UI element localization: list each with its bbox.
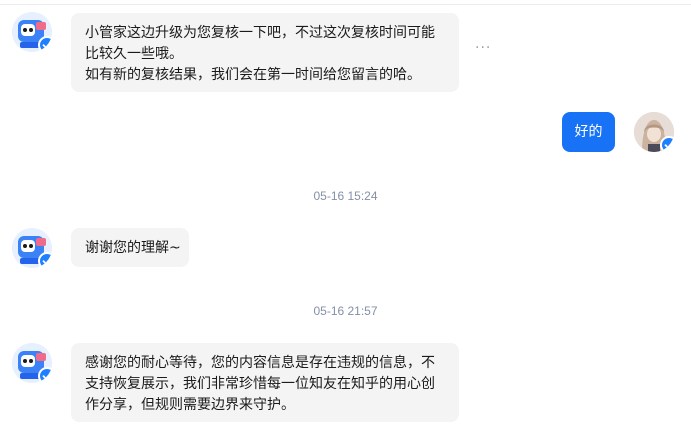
message-line: 小管家这边升级为您复核一下吧，不过这次复核时间可能: [85, 25, 435, 41]
timestamp: 05-16 21:57: [313, 304, 378, 318]
bot-avatar[interactable]: [12, 12, 52, 52]
message-line: 感谢您的耐心等待，您的内容信息是存在违规的信息，不: [85, 355, 435, 371]
user-avatar[interactable]: [634, 112, 674, 152]
divider: [0, 4, 691, 5]
message-bubble-received: 谢谢您的理解~: [71, 228, 189, 267]
bot-avatar[interactable]: [12, 343, 52, 383]
message-bubble-sent: 好的: [562, 112, 615, 152]
verified-badge-icon: [38, 36, 52, 52]
message-line: 谢谢您的理解~: [85, 240, 181, 256]
message-line: 比较久一些哦。: [85, 46, 183, 62]
message-line: 支持恢复展示，我们非常珍惜每一位知友在知乎的用心创: [85, 376, 435, 392]
message-bubble-received: 小管家这边升级为您复核一下吧，不过这次复核时间可能 比较久一些哦。 如有新的复核…: [71, 13, 459, 92]
more-options-icon[interactable]: ···: [475, 40, 491, 56]
bot-avatar[interactable]: [12, 228, 52, 268]
chat-thread: 小管家这边升级为您复核一下吧，不过这次复核时间可能 比较久一些哦。 如有新的复核…: [0, 0, 691, 433]
message-bubble-received: 感谢您的耐心等待，您的内容信息是存在违规的信息，不 支持恢复展示，我们非常珍惜每…: [71, 343, 459, 422]
verified-badge-icon: [38, 367, 52, 383]
message-line: 如有新的复核结果，我们会在第一时间给您留言的哈。: [85, 67, 421, 83]
verified-badge-icon: [38, 252, 52, 268]
verified-badge-icon: [660, 136, 674, 152]
timestamp: 05-16 15:24: [313, 189, 378, 203]
message-line: 作分享，但规则需要边界来守护。: [85, 397, 295, 413]
